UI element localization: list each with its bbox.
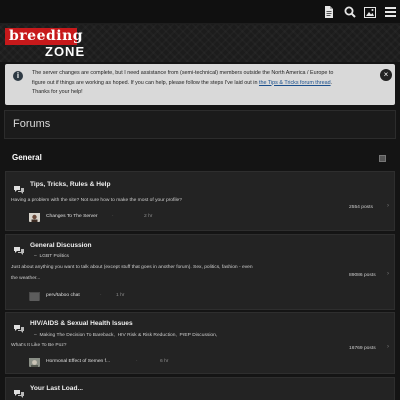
subforum-link[interactable]: PrEP Discussion (180, 333, 216, 338)
separator: · (100, 293, 102, 298)
chat-bubbles-icon (13, 243, 25, 255)
subforum-link[interactable]: What's It Like To Be Poz? (11, 343, 66, 348)
last-thread-link[interactable]: Changes To The Server (46, 214, 97, 219)
forum-item[interactable]: HIV/AIDS & Sexual Health Issues – Making… (5, 312, 395, 374)
info-icon: i (13, 71, 23, 81)
document-icon[interactable] (322, 5, 336, 19)
collapse-icon[interactable] (379, 155, 386, 162)
chevron-right-icon[interactable]: › (387, 271, 389, 277)
subforum-link[interactable]: HIV Risk & Risk Reduction (118, 333, 176, 338)
post-count: 16769 posts (349, 346, 376, 351)
category-title[interactable]: General (12, 153, 42, 162)
page-title-bar: Forums (4, 110, 396, 139)
chevron-right-icon[interactable]: › (387, 344, 389, 350)
forum-description-cont: the weather... (11, 276, 41, 281)
chat-bubbles-icon (13, 182, 25, 194)
menu-icon[interactable] (383, 5, 397, 19)
forum-item[interactable]: Your Last Load... (5, 377, 395, 400)
forum-item[interactable]: General Discussion – LGBT Politics Just … (5, 234, 395, 310)
avatar[interactable] (29, 290, 40, 301)
last-thread-link[interactable]: perv/taboo chat (46, 293, 80, 298)
post-count: 2554 posts (349, 205, 373, 210)
last-post-time: 1 hr (116, 293, 125, 298)
notice-line-1: The server changes are complete, but I n… (32, 70, 334, 76)
chevron-right-icon[interactable]: › (387, 203, 389, 209)
avatar[interactable] (29, 356, 40, 367)
page: breeding ZONE i The server changes are c… (0, 0, 400, 400)
forum-item[interactable]: Tips, Tricks, Rules & Help Having a prob… (5, 171, 395, 231)
avatar[interactable] (29, 211, 40, 222)
separator: · (136, 359, 138, 364)
page-title: Forums (13, 118, 51, 130)
chat-bubbles-icon (13, 321, 25, 333)
tips-tricks-thread-link[interactable]: the Tips & Tricks forum thread (259, 80, 331, 86)
logo-top-text: breeding (5, 28, 83, 45)
chat-bubbles-icon (13, 386, 25, 398)
notice-text: The server changes are complete, but I n… (32, 69, 362, 98)
site-header: breeding ZONE (0, 24, 400, 62)
notice-line-3: Thanks for your help! (32, 89, 83, 96)
last-post-time: 2 hr (144, 214, 153, 219)
forum-title[interactable]: Your Last Load... (30, 385, 83, 392)
forum-title[interactable]: Tips, Tricks, Rules & Help (30, 181, 111, 188)
close-icon[interactable]: × (380, 69, 392, 81)
notice-line-2-end: . (330, 79, 333, 86)
subforum-list: – Making The Decision To Bareback, HIV R… (34, 333, 218, 338)
forum-title[interactable]: General Discussion (30, 242, 92, 249)
image-icon[interactable] (363, 5, 377, 19)
notice-line-2: figure out if things are working as hope… (32, 79, 259, 86)
subforum-link[interactable]: – LGBT Politics (34, 254, 69, 259)
site-notice: i The server changes are complete, but I… (5, 64, 395, 105)
forum-description: Just about anything you want to talk abo… (11, 265, 253, 270)
search-icon[interactable] (343, 5, 357, 19)
logo-bottom-text: ZONE (45, 44, 86, 59)
separator: · (112, 214, 114, 219)
site-logo[interactable]: breeding ZONE (5, 28, 101, 59)
forum-title[interactable]: HIV/AIDS & Sexual Health Issues (30, 320, 133, 327)
post-count: 89086 posts (349, 273, 376, 278)
subforum-link[interactable]: Making The Decision To Bareback (39, 333, 113, 338)
last-post-time: 6 hr (160, 359, 169, 364)
subforum-lgbt-politics[interactable]: LGBT Politics (39, 254, 69, 259)
last-thread-link[interactable]: Hormonal Effect of Semen f... (46, 359, 110, 364)
top-nav-bar (0, 0, 400, 24)
forum-description: Having a problem with the site? Not sure… (11, 198, 182, 203)
